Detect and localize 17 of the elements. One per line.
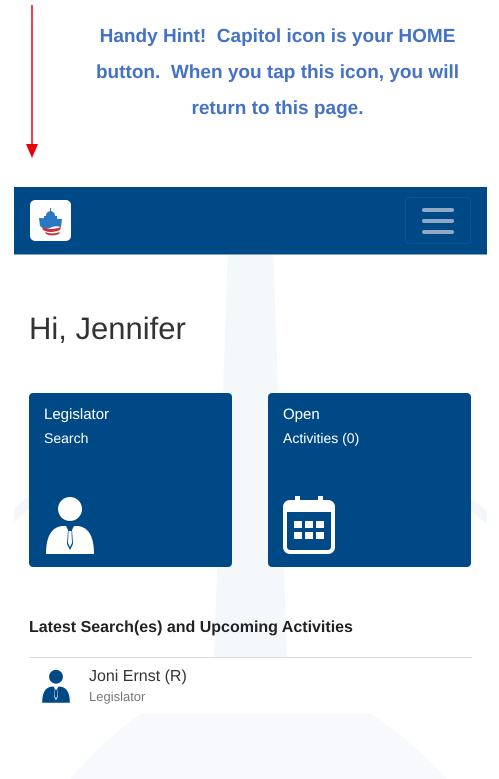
tile-subtitle: Activities (0) bbox=[283, 430, 360, 446]
hint-text: Handy Hint! Capitol icon is your HOME button. When you tap this icon, you will return to this page. bbox=[94, 25, 460, 121]
person-icon bbox=[41, 669, 71, 703]
tile-subtitle: Search bbox=[44, 430, 90, 446]
item-name: Joni Ernst (R) bbox=[89, 668, 187, 686]
tile-title: Open bbox=[283, 406, 321, 423]
capitol-logo[interactable] bbox=[30, 200, 71, 241]
calendar-icon bbox=[283, 496, 335, 554]
item-role: Legislator bbox=[89, 689, 146, 704]
greeting: Hi, Jennifer bbox=[29, 310, 187, 348]
tile-card[interactable]: Open Activities (0) bbox=[268, 393, 471, 567]
menu-button[interactable] bbox=[405, 197, 471, 244]
section-heading: Latest Search(es) and Upcoming Activities bbox=[29, 619, 354, 637]
list-item[interactable]: Joni Ernst (R) Legislator bbox=[29, 657, 472, 714]
tile-card[interactable]: Legislator Search bbox=[29, 393, 232, 567]
person-icon bbox=[44, 496, 96, 554]
tile-title: Legislator bbox=[44, 406, 110, 423]
